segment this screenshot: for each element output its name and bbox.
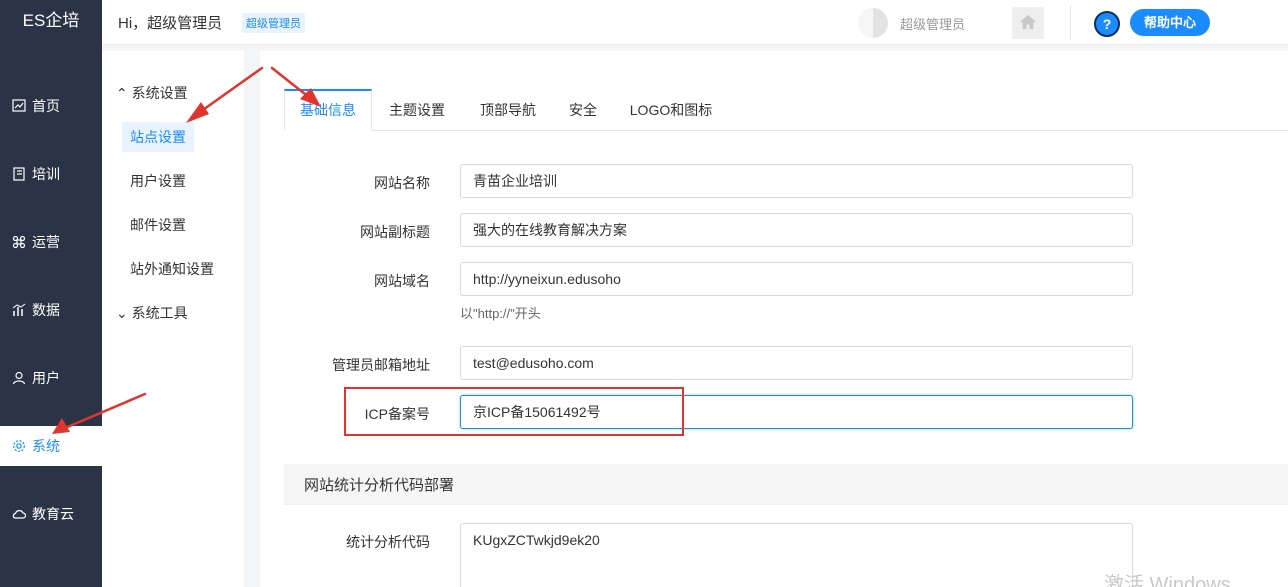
site-subtitle-label: 网站副标题 <box>360 224 430 240</box>
nav-label: 数据 <box>32 302 60 318</box>
subnav-group-system-settings[interactable]: ⌃ 系统设置 <box>116 83 188 103</box>
nav-item-edu-cloud[interactable]: 教育云 <box>0 494 102 534</box>
tab-top-nav[interactable]: 顶部导航 <box>464 89 552 131</box>
tab-security[interactable]: 安全 <box>556 89 610 131</box>
subnav-item-notify-settings[interactable]: 站外通知设置 <box>122 254 222 284</box>
settings-tabs: 基础信息 主题设置 顶部导航 安全 LOGO和图标 <box>284 89 1288 131</box>
section-title: 网站统计分析代码部署 <box>304 477 455 494</box>
bar-chart-icon <box>11 302 27 318</box>
nav-item-training[interactable]: 培训 <box>0 154 102 194</box>
nav-label: 运营 <box>32 234 60 250</box>
subnav-item-site-settings[interactable]: 站点设置 <box>122 122 194 152</box>
analytics-code-textarea[interactable]: KUgxZCTwkjd9ek20 <box>460 523 1133 587</box>
command-icon <box>11 234 27 250</box>
chevron-down-icon: ⌄ <box>116 305 128 321</box>
nav-item-operations[interactable]: 运营 <box>0 222 102 262</box>
divider <box>1070 5 1071 40</box>
nav-label: 用户 <box>32 370 60 386</box>
site-domain-input[interactable] <box>460 262 1133 296</box>
nav-label: 系统 <box>32 438 60 454</box>
domain-help-text: 以"http://"开头 <box>460 306 541 321</box>
greeting-text: Hi，超级管理员 <box>118 15 223 32</box>
admin-email-input[interactable] <box>460 346 1133 380</box>
home-button[interactable] <box>1012 7 1044 39</box>
analytics-section-header: 网站统计分析代码部署 <box>284 464 1288 504</box>
subnav-item-mail-settings[interactable]: 邮件设置 <box>122 210 194 240</box>
chart-icon <box>11 98 27 114</box>
subnav-group-label: 系统设置 <box>131 85 188 101</box>
cloud-icon <box>11 506 27 522</box>
help-icon[interactable]: ? <box>1094 11 1120 37</box>
site-name-input[interactable] <box>460 164 1133 198</box>
nav-label: 首页 <box>32 98 60 114</box>
subnav-group-label: 系统工具 <box>131 305 188 321</box>
windows-activation-watermark: 激活 Windows <box>1104 574 1231 587</box>
book-icon <box>11 166 27 182</box>
tab-logo-icons[interactable]: LOGO和图标 <box>616 89 726 131</box>
site-name-label: 网站名称 <box>374 175 430 191</box>
subnav-group-system-tools[interactable]: ⌄ 系统工具 <box>116 303 188 323</box>
tab-theme[interactable]: 主题设置 <box>376 89 458 131</box>
site-subtitle-input[interactable] <box>460 213 1133 247</box>
role-badge: 超级管理员 <box>242 13 305 33</box>
main-sidebar: ES企培 首页 培训 运营 数据 用户 系统 教育云 <box>0 0 102 587</box>
nav-item-system[interactable]: 系统 <box>0 426 102 466</box>
icp-label: ICP备案号 <box>364 406 430 422</box>
nav-label: 培训 <box>32 166 60 182</box>
tab-basic-info[interactable]: 基础信息 <box>284 89 372 131</box>
nav-label: 教育云 <box>32 506 74 522</box>
nav-item-home[interactable]: 首页 <box>0 86 102 126</box>
analytics-code-label: 统计分析代码 <box>346 534 430 550</box>
subnav-item-user-settings[interactable]: 用户设置 <box>122 166 194 196</box>
nav-item-data[interactable]: 数据 <box>0 290 102 330</box>
user-name[interactable]: 超级管理员 <box>900 14 965 33</box>
home-icon <box>1019 14 1037 33</box>
help-center-button[interactable]: 帮助中心 <box>1130 9 1211 36</box>
divider <box>284 504 1288 505</box>
user-icon <box>11 370 27 386</box>
avatar[interactable] <box>858 8 888 38</box>
gear-icon <box>11 438 27 454</box>
main-panel: 基础信息 主题设置 顶部导航 安全 LOGO和图标 网站名称 网站副标题 网站域… <box>260 51 1288 587</box>
nav-item-users[interactable]: 用户 <box>0 358 102 398</box>
brand-logo[interactable]: ES企培 <box>0 0 102 45</box>
site-domain-label: 网站域名 <box>374 273 430 289</box>
settings-subnav: ⌃ 系统设置 站点设置 用户设置 邮件设置 站外通知设置 ⌄ 系统工具 <box>102 51 244 587</box>
chevron-up-icon: ⌃ <box>116 85 128 101</box>
top-bar: Hi，超级管理员 超级管理员 超级管理员 ? 帮助中心 <box>102 0 1288 45</box>
icp-input[interactable] <box>460 395 1133 429</box>
admin-email-label: 管理员邮箱地址 <box>332 357 430 373</box>
